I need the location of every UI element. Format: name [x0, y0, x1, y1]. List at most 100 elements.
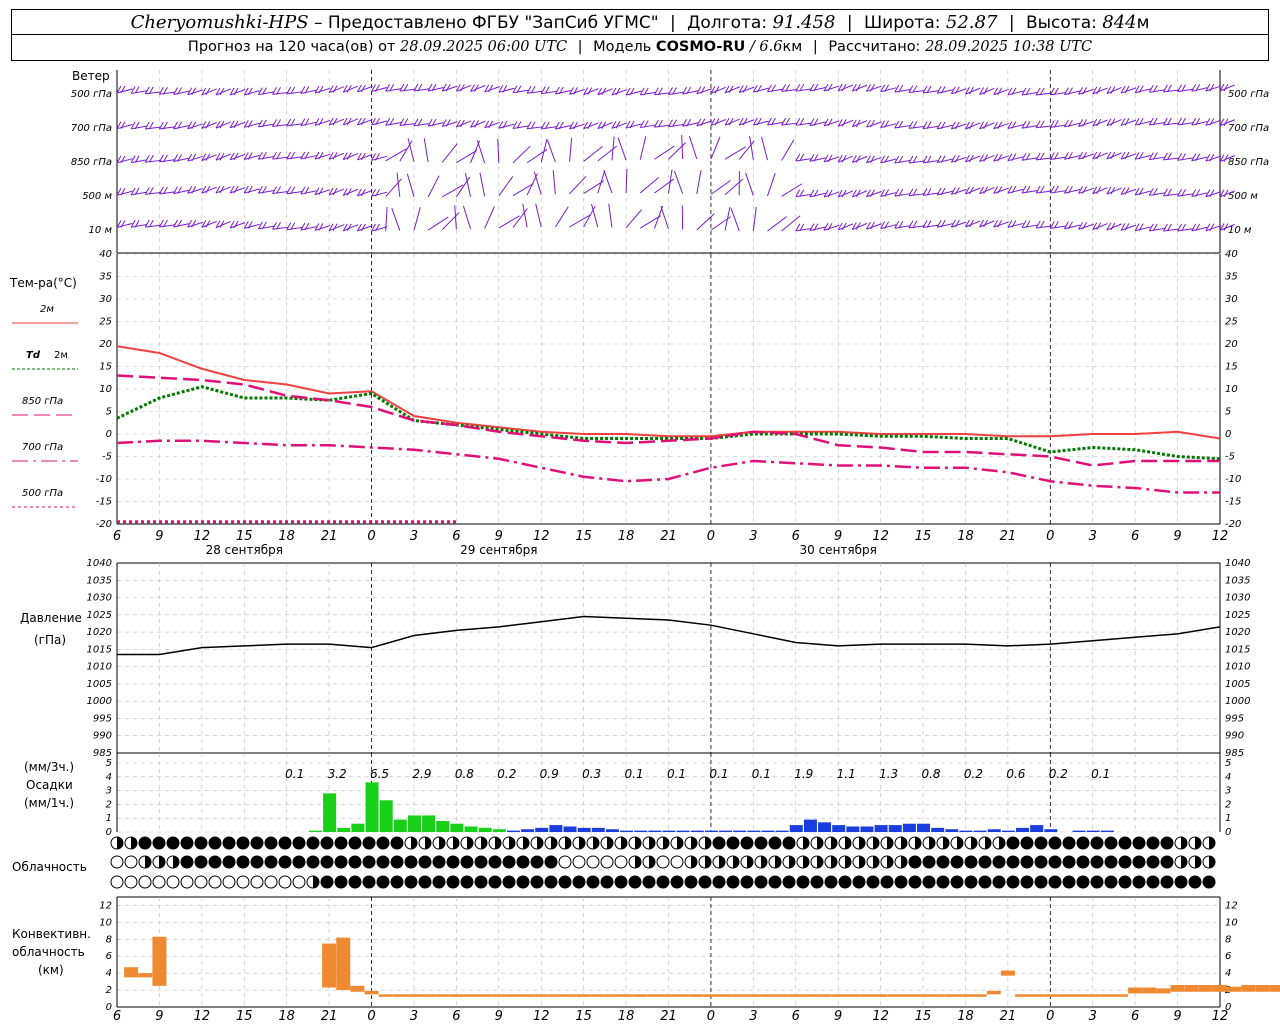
- wind-barb: [653, 205, 664, 229]
- cloud-cover-half: [579, 837, 585, 849]
- wind-barb: [286, 123, 303, 127]
- wind-barb-feather: [247, 221, 253, 229]
- precip-bar: [733, 830, 747, 832]
- wind-barb: [522, 203, 528, 228]
- wind-level-label-right: 700 гПа: [1228, 123, 1269, 134]
- wind-barb: [922, 192, 939, 196]
- bottom-hour-label: 18: [957, 1009, 974, 1024]
- cloud-cover-circle: [964, 855, 978, 869]
- wind-barb: [724, 146, 746, 160]
- wind-barb-feather: [1148, 188, 1154, 196]
- convective-ytick-right: 4: [1225, 968, 1231, 979]
- wind-barb: [894, 225, 911, 229]
- wind-barb-feather: [1163, 152, 1168, 161]
- hour-label: 6: [452, 529, 460, 544]
- cloud-cover-half: [999, 837, 1005, 849]
- cloud-cover-half: [887, 856, 893, 868]
- wind-barb: [640, 91, 657, 96]
- wind-barb: [569, 137, 573, 162]
- wind-barb: [1177, 157, 1194, 161]
- wind-barb-feather: [318, 118, 324, 126]
- cloud-cover-half: [159, 856, 165, 868]
- wind-barb: [159, 224, 176, 228]
- wind-barb: [795, 227, 812, 232]
- cloud-cover-circle: [250, 875, 264, 889]
- wind-barb: [385, 88, 402, 92]
- day-label: 30 сентября: [800, 543, 877, 557]
- wind-barb: [603, 170, 613, 194]
- wind-barb: [781, 139, 795, 161]
- cloud-cover-circle: [754, 836, 768, 850]
- cloud-cover-half: [1209, 837, 1215, 849]
- wind-barb-feather: [1082, 119, 1088, 127]
- wind-barb: [145, 224, 162, 228]
- wind-barb-feather: [1082, 186, 1088, 194]
- wind-barb: [937, 124, 953, 130]
- cloud-cover-circle: [936, 875, 950, 889]
- wind-level-label-right: 10 м: [1228, 225, 1252, 236]
- day-label: 29 сентября: [460, 543, 537, 557]
- hour-label: 3: [749, 529, 757, 544]
- cloud-cover-circle: [1034, 855, 1048, 869]
- convective-panel-title-1: Конвективн.: [12, 927, 91, 941]
- hour-label: 18: [957, 529, 974, 544]
- cloud-cover-circle: [348, 875, 362, 889]
- hour-label: 15: [575, 529, 592, 544]
- cloud-cover-circle: [782, 875, 796, 889]
- cloud-cover-circle: [502, 855, 516, 869]
- precip-3h-sum: 0.1: [285, 767, 304, 781]
- cloud-cover-circle: [292, 836, 306, 850]
- temp-ytick-left: -5: [102, 452, 112, 463]
- wind-barb-feather: [399, 83, 405, 92]
- bottom-hour-label: 15: [915, 1009, 932, 1024]
- cloud-cover-half: [551, 837, 557, 849]
- cloud-cover-circle: [1048, 855, 1062, 869]
- bottom-hour-label: 0: [1046, 1009, 1054, 1024]
- wind-barb-feather: [1124, 187, 1130, 195]
- cloud-cover-circle: [124, 875, 138, 889]
- cloud-cover-circle: [320, 836, 334, 850]
- convective-bar: [449, 994, 464, 997]
- wind-barb-feather: [922, 188, 928, 196]
- bottom-hour-label: 12: [1212, 1009, 1229, 1024]
- precip-3h-sum: 0.1: [1091, 767, 1110, 781]
- cloud-cover-circle: [208, 875, 222, 889]
- wind-barb: [682, 122, 699, 127]
- bottom-hour-label: 12: [194, 1009, 211, 1024]
- precip-3h-sum: 0.9: [540, 767, 559, 781]
- hour-label: 21: [1000, 529, 1017, 544]
- temp-ytick-left: 35: [99, 272, 112, 283]
- cloud-cover-circle: [320, 855, 334, 869]
- cloud-cover-circle: [992, 875, 1006, 889]
- bottom-hour-label: 21: [1000, 1009, 1017, 1024]
- cloud-cover-circle: [1132, 875, 1146, 889]
- cloud-cover-circle: [712, 875, 726, 889]
- cloud-cover-circle: [432, 875, 446, 889]
- wind-barb-feather: [375, 223, 380, 232]
- precip-bar: [818, 822, 832, 832]
- cloud-cover-circle: [418, 855, 432, 869]
- wind-barb: [625, 169, 628, 194]
- wind-barb: [1036, 92, 1053, 96]
- wind-barb-feather: [413, 118, 419, 127]
- convective-bar: [930, 994, 945, 997]
- hour-label: 12: [1212, 529, 1229, 544]
- wind-barb-feather: [997, 87, 1003, 96]
- convective-ytick-left: 12: [99, 900, 112, 911]
- wind-barb-feather: [360, 188, 366, 197]
- wind-barb: [159, 191, 176, 195]
- wind-barb-feather: [526, 85, 532, 94]
- precip-bar: [605, 829, 619, 832]
- precip-3h-sum: 0.2: [964, 767, 983, 781]
- convective-bar: [944, 994, 959, 997]
- wind-barb-feather: [908, 155, 914, 164]
- wind-barb-feather: [247, 87, 253, 96]
- cloud-cover-half: [1209, 856, 1215, 868]
- cloud-cover-half: [719, 856, 725, 868]
- cloud-cover-circle: [1188, 875, 1202, 889]
- wind-barb-feather: [908, 188, 914, 197]
- temp-ytick-right: 5: [1225, 407, 1231, 418]
- wind-barb-feather: [795, 189, 801, 197]
- hour-label: 9: [834, 529, 842, 544]
- wind-barb: [668, 169, 673, 194]
